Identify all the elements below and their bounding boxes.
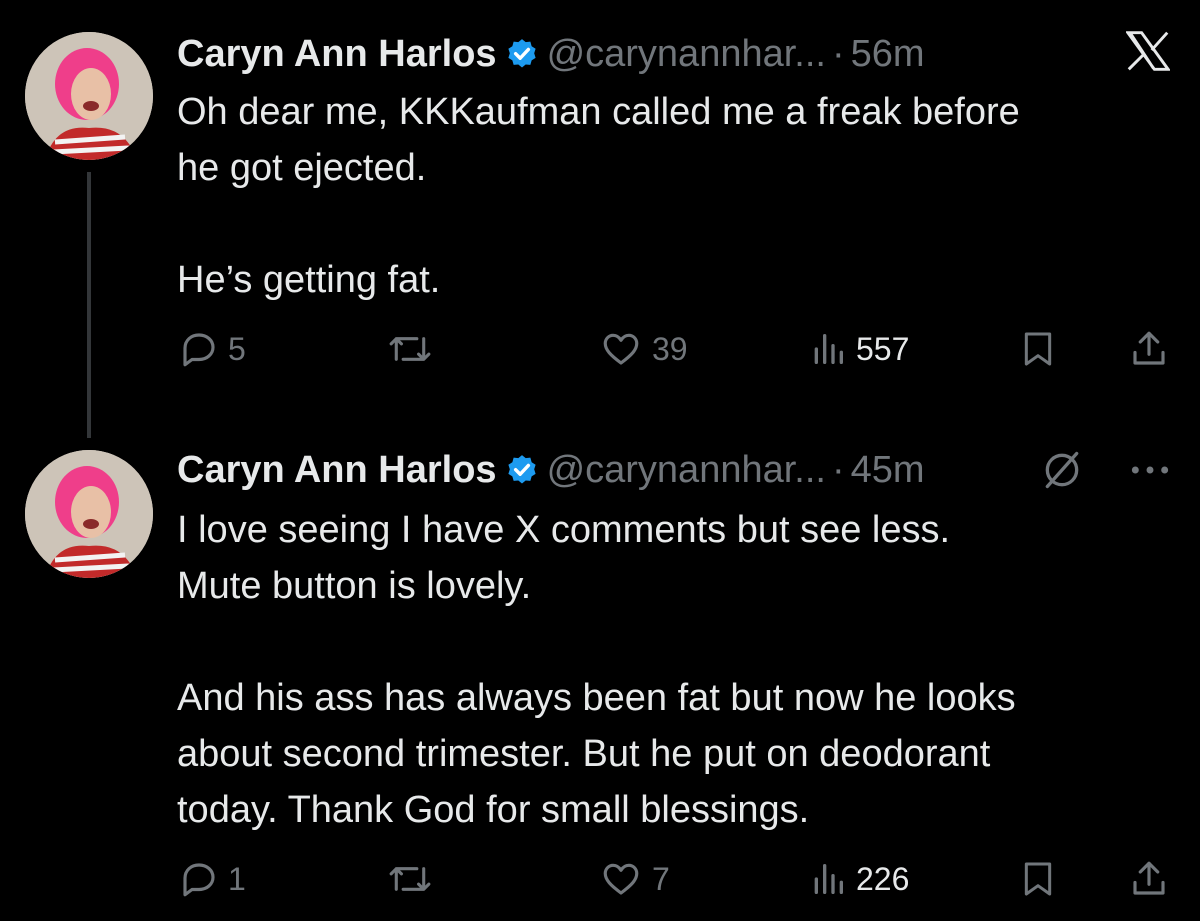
timestamp[interactable]: 56m — [851, 33, 925, 76]
verified-badge-icon — [505, 37, 539, 71]
like-button[interactable]: 7 — [598, 858, 670, 900]
reply-button[interactable]: 1 — [178, 858, 246, 900]
repost-icon — [389, 337, 431, 361]
like-icon — [603, 863, 639, 895]
bookmark-icon — [1024, 332, 1052, 366]
tweet-line: about second trimester. But he put on de… — [177, 733, 991, 775]
share-button[interactable] — [1128, 328, 1170, 370]
timestamp[interactable]: 45m — [851, 449, 925, 492]
tweet-header: Caryn Ann Harlos @carynannhar... · 45m — [177, 440, 925, 500]
separator-dot: · — [831, 32, 845, 75]
author-handle[interactable]: @carynannhar... — [547, 33, 826, 76]
x-logo-icon[interactable] — [1124, 30, 1172, 77]
tweet-line: Oh dear me, KKKaufman called me a freak … — [177, 91, 1020, 133]
repost-button[interactable] — [386, 858, 442, 900]
verified-badge-icon — [505, 453, 539, 487]
like-count: 39 — [652, 330, 688, 367]
views-icon — [814, 864, 843, 894]
reply-icon — [183, 863, 215, 897]
share-icon — [1133, 861, 1165, 895]
avatar[interactable] — [25, 32, 153, 160]
tweet-line: And his ass has always been fat but now … — [177, 677, 1016, 719]
reply-count: 1 — [228, 860, 246, 897]
reply-button[interactable]: 5 — [178, 328, 246, 370]
reply-count: 5 — [228, 330, 246, 367]
share-icon — [1133, 331, 1165, 365]
action-bar: 5 39 557 — [0, 328, 1200, 378]
repost-icon — [389, 867, 431, 891]
bookmark-button[interactable] — [1018, 858, 1058, 900]
views-icon — [814, 334, 843, 364]
avatar[interactable] — [25, 450, 153, 578]
repost-button[interactable] — [386, 328, 442, 370]
action-bar: 1 7 226 — [0, 858, 1200, 908]
views-button[interactable]: 557 — [808, 328, 909, 370]
like-count: 7 — [652, 860, 670, 897]
bookmark-icon — [1024, 862, 1052, 896]
tweet-line: he got ejected. — [177, 147, 427, 189]
grok-icon[interactable] — [1040, 448, 1084, 497]
tweet-header: Caryn Ann Harlos @carynannhar... · 56m — [177, 24, 925, 84]
like-button[interactable]: 39 — [598, 328, 688, 370]
tweet-line: He’s getting fat. — [177, 259, 441, 301]
tweet-line: today. Thank God for small blessings. — [177, 789, 810, 831]
tweet-line: Mute button is lovely. — [177, 565, 532, 607]
tweet-line: I love seeing I have X comments but see … — [177, 509, 951, 551]
share-button[interactable] — [1128, 858, 1170, 900]
reply-icon — [183, 333, 215, 367]
author-name[interactable]: Caryn Ann Harlos — [177, 449, 497, 492]
more-icon[interactable] — [1130, 463, 1170, 482]
views-button[interactable]: 226 — [808, 858, 909, 900]
separator-dot: · — [831, 448, 845, 491]
tweet-header-actions — [1040, 448, 1170, 497]
author-name[interactable]: Caryn Ann Harlos — [177, 33, 497, 76]
bookmark-button[interactable] — [1018, 328, 1058, 370]
tweet-text: I love seeing I have X comments but see … — [177, 502, 1167, 838]
views-count: 557 — [856, 330, 910, 367]
views-count: 226 — [856, 860, 910, 897]
like-icon — [603, 333, 639, 365]
thread-connector-line — [87, 172, 91, 438]
author-handle[interactable]: @carynannhar... — [547, 449, 826, 492]
tweet-text: Oh dear me, KKKaufman called me a freak … — [177, 84, 1167, 308]
